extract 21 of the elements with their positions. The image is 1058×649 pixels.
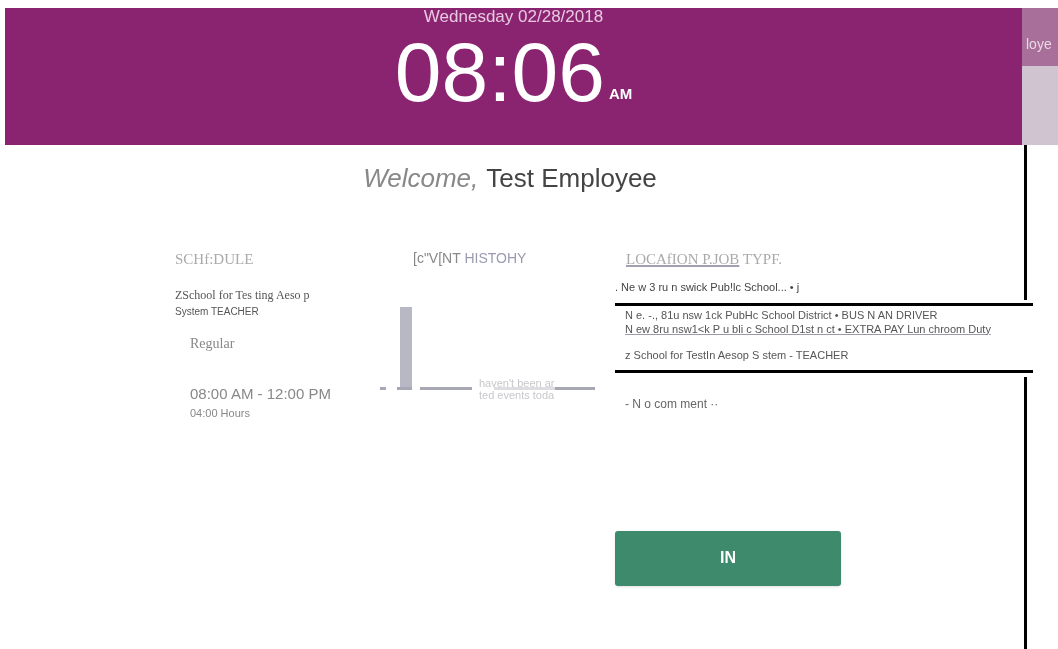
location-heading: LOCAfION P.JOB: [626, 251, 740, 267]
dropdown-option[interactable]: N ew 8ru nsw1<k P u bli c School D1st n ct • EXTRA PAY Lun chroom Duty: [615, 321, 991, 336]
history-heading-prefix: [c"V[NT: [413, 250, 462, 266]
history-heading: HISTOHY: [464, 250, 527, 266]
shift-duration: 04:00 Hours: [190, 406, 251, 421]
employee-name: Test Employee: [486, 162, 657, 195]
schedule-location: ZSchool for Tes ting Aeso p: [175, 286, 311, 304]
comment-text: - N o com ment ··: [625, 395, 720, 413]
section-heading: SCHf:DULE: [175, 250, 255, 269]
location-heading-suffix: TYPF.: [741, 251, 783, 267]
date-text: Wednesday 02/28/2018: [423, 9, 604, 25]
shift-type: Regular: [190, 334, 236, 353]
meridiem-text: AM: [608, 83, 633, 104]
location-select[interactable]: . Ne w 3 ru n swick Pub!lc School... • j: [615, 278, 1058, 295]
schedule-job: System TEACHER: [175, 304, 260, 319]
shift-hours: 08:00 AM - 12:00 PM: [190, 383, 332, 404]
dropdown-option[interactable]: N e. -., 81u nsw 1ck PubHc School District • BUS N AN DRIVER: [615, 307, 938, 322]
welcome-greeting: Welcome,: [363, 162, 479, 195]
clock-time: 08:06: [394, 27, 605, 117]
clock-in-button[interactable]: IN: [615, 530, 841, 586]
dropdown-option[interactable]: z School for TestIn Aesop S stem - TEACHER: [615, 347, 849, 362]
